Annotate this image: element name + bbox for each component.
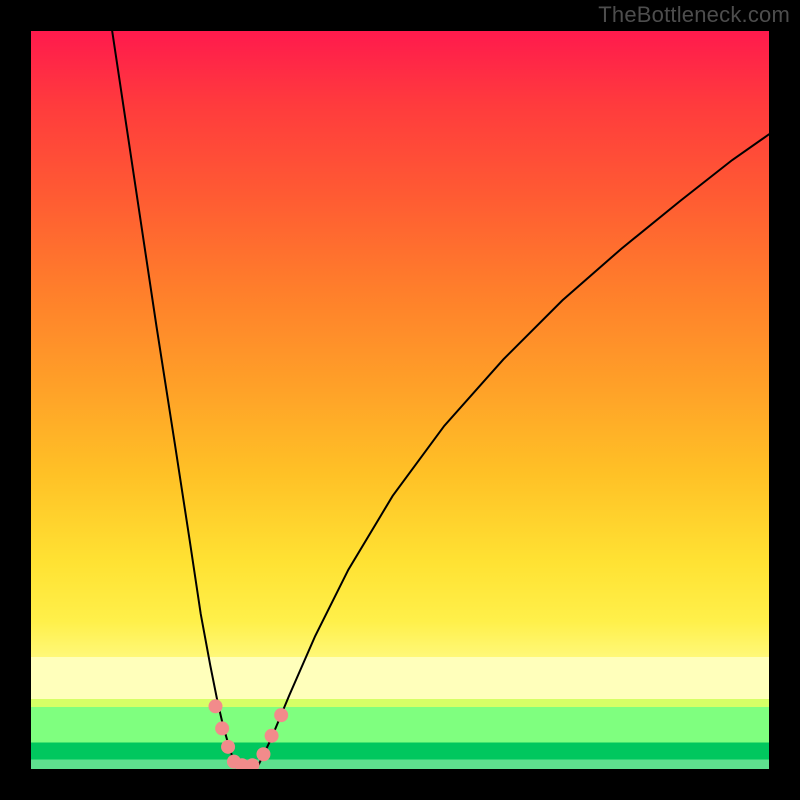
marker-right-dot-1 bbox=[256, 747, 270, 761]
marker-left-dot-1 bbox=[209, 699, 223, 713]
marker-bottom-dot-2 bbox=[245, 758, 259, 769]
chart-stage: TheBottleneck.com bbox=[0, 0, 800, 800]
marker-right-dot-2 bbox=[265, 729, 279, 743]
series-left-curve bbox=[112, 31, 236, 765]
marker-right-dot-3 bbox=[274, 708, 288, 722]
marker-left-dot-3 bbox=[221, 740, 235, 754]
plot-area bbox=[31, 31, 769, 769]
series-right-curve bbox=[258, 134, 769, 765]
curves-layer bbox=[31, 31, 769, 769]
marker-left-dot-2 bbox=[215, 721, 229, 735]
watermark-text: TheBottleneck.com bbox=[598, 2, 790, 28]
